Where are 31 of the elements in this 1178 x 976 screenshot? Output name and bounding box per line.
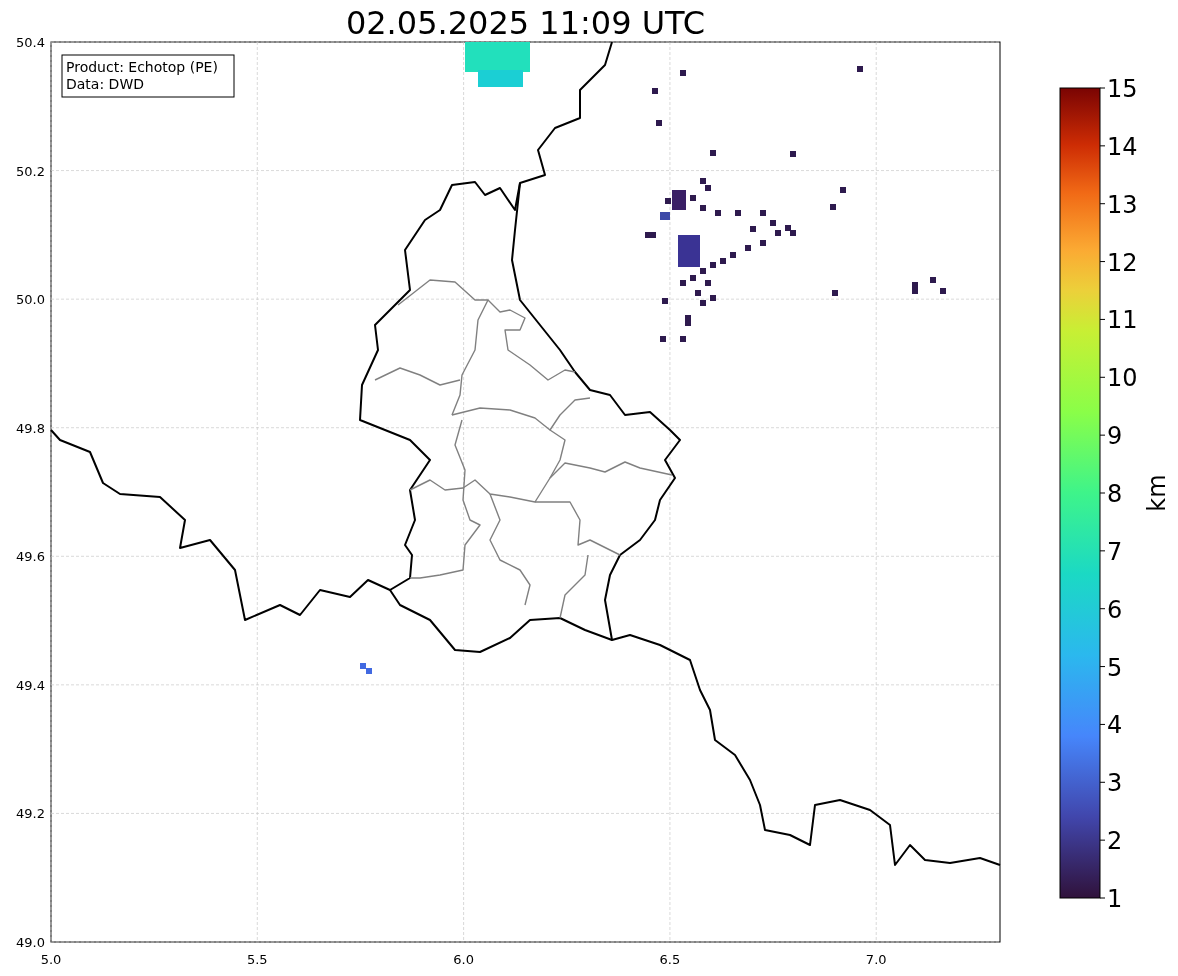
x-tick-label: 6.5 — [659, 952, 681, 967]
colorbar-tick-label: 12 — [1107, 248, 1138, 277]
colorbar-tick-label: 11 — [1107, 306, 1138, 335]
colorbar-tick-label: 10 — [1107, 364, 1138, 393]
y-tick-label: 50.0 — [16, 292, 45, 308]
x-tick-label: 5.5 — [246, 952, 268, 967]
x-tick-label: 6.0 — [453, 952, 474, 967]
colorbar-tick-label: 8 — [1107, 480, 1123, 508]
chart-title: 02.05.2025 11:09 UTC — [345, 4, 706, 42]
colorbar-tick-label: 6 — [1107, 595, 1123, 624]
colorbar-tick-label: 5 — [1107, 653, 1123, 682]
x-tick-label: 7.0 — [865, 952, 887, 967]
colorbar-tick-label: 15 — [1107, 75, 1138, 103]
x-tick-label: 5.0 — [40, 952, 62, 967]
colorbar-tick-label: 14 — [1107, 132, 1138, 161]
colorbar-label: km — [1143, 474, 1171, 512]
y-tick-label: 49.4 — [16, 677, 45, 693]
y-tick-label: 49.8 — [16, 420, 45, 436]
y-tick-label: 49.2 — [16, 806, 45, 822]
y-tick-label: 49.6 — [16, 549, 45, 565]
colorbar-tick-label: 13 — [1107, 190, 1138, 219]
colorbar-tick-label: 4 — [1107, 711, 1123, 740]
colorbar-tick-label: 7 — [1107, 537, 1123, 566]
y-tick-label: 50.4 — [16, 35, 45, 50]
colorbar-tick-label: 3 — [1107, 769, 1123, 798]
colorbar-tick-label: 1 — [1107, 885, 1123, 913]
info-box: Product: Echotop (PE) Data: DWD — [61, 54, 235, 98]
colorbar-tick-label: 2 — [1107, 827, 1123, 856]
y-tick-label: 50.2 — [16, 163, 45, 179]
colorbar-tick-label: 9 — [1107, 422, 1123, 451]
y-tick-label: 49.0 — [16, 935, 45, 950]
